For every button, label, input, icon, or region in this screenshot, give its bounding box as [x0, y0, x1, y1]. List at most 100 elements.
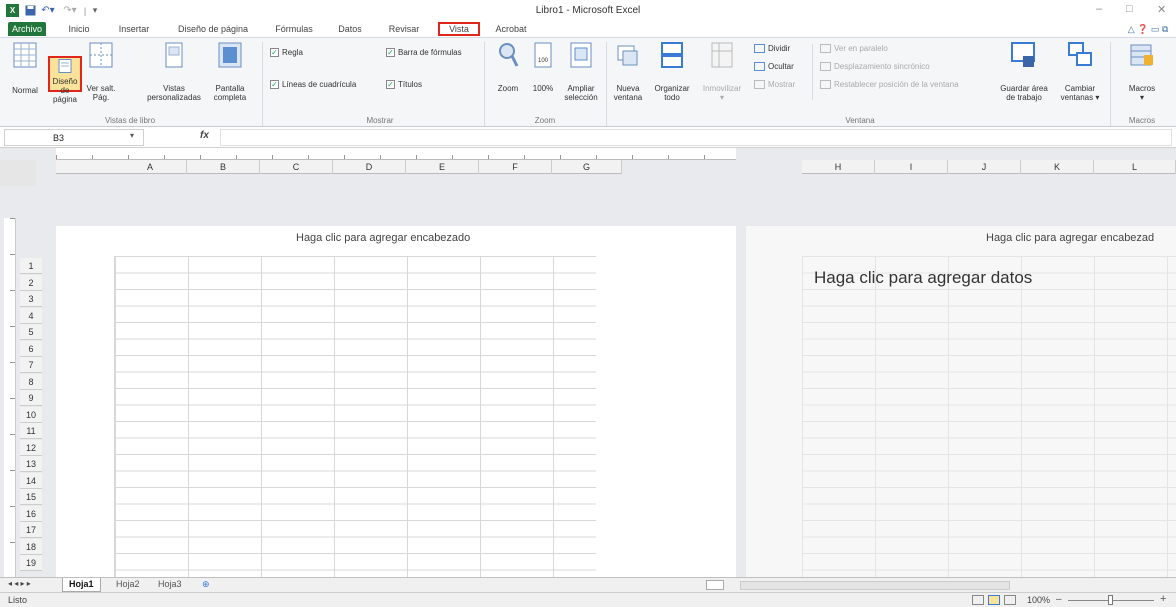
column-header-b[interactable]: B: [187, 160, 260, 174]
row-header-1[interactable]: 1: [20, 258, 42, 274]
custom-views-button[interactable]: Vistas personalizadas: [144, 42, 204, 102]
horizontal-scrollbar[interactable]: [740, 581, 1010, 590]
page2-header-placeholder[interactable]: Haga clic para agregar encabezad: [986, 232, 1154, 244]
column-header-g[interactable]: G: [552, 160, 622, 174]
zoom-level[interactable]: 100%: [1027, 595, 1050, 605]
zoom-100-button[interactable]: 100 100%: [528, 42, 558, 93]
row-header-8[interactable]: 8: [20, 373, 42, 390]
row-header-2[interactable]: 2: [20, 274, 42, 291]
normal-view-button[interactable]: Normal: [8, 42, 42, 95]
zoom-slider-thumb[interactable]: [1108, 595, 1113, 605]
row-header-9[interactable]: 9: [20, 390, 42, 406]
new-window-button[interactable]: Nueva ventana: [610, 42, 646, 102]
tab-insertar[interactable]: Insertar: [112, 22, 156, 36]
insert-function-icon[interactable]: fx: [200, 130, 209, 141]
reset-position-icon: [820, 80, 831, 89]
cell-grid-page1[interactable]: [114, 256, 596, 586]
row-header-14[interactable]: 14: [20, 472, 42, 489]
row-header-5[interactable]: 5: [20, 324, 42, 340]
tab-formulas[interactable]: Fórmulas: [270, 22, 318, 36]
zoom-button[interactable]: Zoom: [492, 42, 524, 93]
full-screen-button[interactable]: Pantalla completa: [208, 42, 252, 102]
insert-sheet-icon[interactable]: ⊕: [196, 578, 216, 592]
row-header-19[interactable]: 19: [20, 555, 42, 571]
sheet-tab-hoja1[interactable]: Hoja1: [62, 578, 101, 592]
column-header-c[interactable]: C: [260, 160, 333, 174]
page-layout-status-icon[interactable]: [988, 595, 1000, 605]
unhide-button[interactable]: Mostrar: [754, 80, 795, 89]
column-header-j[interactable]: J: [948, 160, 1021, 174]
row-header-16[interactable]: 16: [20, 505, 42, 522]
tab-datos[interactable]: Datos: [332, 22, 368, 36]
formula-bar-check-box[interactable]: ✓: [386, 48, 395, 57]
tab-vista[interactable]: Vista: [438, 22, 480, 36]
column-header-h[interactable]: H: [802, 160, 875, 174]
name-box-dropdown-icon[interactable]: ▾: [130, 131, 134, 140]
regla-check-box[interactable]: ✓: [270, 48, 279, 57]
column-header-d[interactable]: D: [333, 160, 406, 174]
tab-diseno-pagina[interactable]: Diseño de página: [170, 22, 256, 36]
row-header-15[interactable]: 15: [20, 489, 42, 505]
magnifier-icon: [499, 43, 519, 67]
row-header-7[interactable]: 7: [20, 357, 42, 373]
row-header-3[interactable]: 3: [20, 291, 42, 307]
row-header-4[interactable]: 4: [20, 307, 42, 324]
reset-position-button[interactable]: Restablecer posición de la ventana: [820, 80, 959, 89]
switch-windows-button[interactable]: Cambiar ventanas ▾: [1054, 42, 1106, 102]
split-button[interactable]: Dividir: [754, 44, 790, 53]
horizontal-scroll-split[interactable]: [706, 580, 724, 590]
row-header-11[interactable]: 11: [20, 423, 42, 439]
row-header-17[interactable]: 17: [20, 522, 42, 538]
new-window-icon: [617, 45, 638, 66]
column-header-e[interactable]: E: [406, 160, 479, 174]
zoom-out-button[interactable]: –: [1056, 594, 1062, 605]
row-header-18[interactable]: 18: [20, 538, 42, 555]
sheet-tab-hoja3[interactable]: Hoja3: [152, 578, 188, 592]
help-icon[interactable]: △ ❓ ▭ ⧉: [1124, 22, 1172, 36]
normal-view-status-icon[interactable]: [972, 595, 984, 605]
zoom-selection-label-1: Ampliar: [567, 84, 595, 93]
sheet-nav-buttons[interactable]: ◂ ◂ ▸ ▸: [8, 579, 31, 588]
row-header-6[interactable]: 6: [20, 340, 42, 357]
gridlines-checkbox[interactable]: ✓ Líneas de cuadrícula: [270, 80, 356, 89]
minimize-button[interactable]: –: [1096, 3, 1102, 15]
zoom-selection-button[interactable]: Ampliar selección: [560, 42, 602, 102]
sync-scroll-button[interactable]: Desplazamiento sincrónico: [820, 62, 930, 71]
tab-inicio[interactable]: Inicio: [62, 22, 96, 36]
view-side-by-side-button[interactable]: Ver en paralelo: [820, 44, 888, 53]
column-header-i[interactable]: I: [875, 160, 948, 174]
hide-button[interactable]: Ocultar: [754, 62, 794, 71]
column-header-k[interactable]: K: [1021, 160, 1094, 174]
page-layout-view-button[interactable]: Diseño de página: [48, 56, 82, 104]
formula-input[interactable]: [220, 129, 1172, 146]
page1-header-placeholder[interactable]: Haga clic para agregar encabezado: [296, 232, 470, 244]
row-header-12[interactable]: 12: [20, 439, 42, 456]
save-workspace-button[interactable]: Guardar área de trabajo: [996, 42, 1052, 102]
page-break-preview-button[interactable]: Ver salt. Pág.: [84, 42, 118, 102]
sheet-tab-hoja2[interactable]: Hoja2: [110, 578, 146, 592]
tab-acrobat[interactable]: Acrobat: [490, 22, 532, 36]
arrange-all-button[interactable]: Organizar todo: [650, 42, 694, 102]
close-button[interactable]: ✕: [1157, 3, 1166, 16]
row-header-10[interactable]: 10: [20, 406, 42, 423]
column-header-a[interactable]: A: [114, 160, 187, 174]
gridlines-check-box[interactable]: ✓: [270, 80, 279, 89]
headings-checkbox[interactable]: ✓ Títulos: [386, 80, 422, 89]
formula-bar-checkbox[interactable]: ✓ Barra de fórmulas: [386, 48, 462, 57]
row-header-13[interactable]: 13: [20, 456, 42, 472]
zoom-in-button[interactable]: +: [1160, 593, 1166, 605]
column-header-f[interactable]: F: [479, 160, 552, 174]
page-break-status-icon[interactable]: [1004, 595, 1016, 605]
regla-checkbox[interactable]: ✓ Regla: [270, 48, 303, 57]
macros-button[interactable]: Macros ▾: [1116, 42, 1168, 102]
tab-revisar[interactable]: Revisar: [384, 22, 424, 36]
select-all-corner[interactable]: [0, 160, 36, 186]
cell-grid-page2[interactable]: [802, 256, 1176, 586]
headings-check-box[interactable]: ✓: [386, 80, 395, 89]
maximize-button[interactable]: □: [1126, 3, 1133, 15]
tab-archivo[interactable]: Archivo: [8, 22, 46, 36]
freeze-panes-button[interactable]: Inmovilizar ▾: [696, 42, 748, 102]
add-data-placeholder[interactable]: Haga clic para agregar datos: [814, 268, 1032, 288]
column-header-l[interactable]: L: [1094, 160, 1176, 174]
name-box[interactable]: B3: [4, 129, 144, 146]
